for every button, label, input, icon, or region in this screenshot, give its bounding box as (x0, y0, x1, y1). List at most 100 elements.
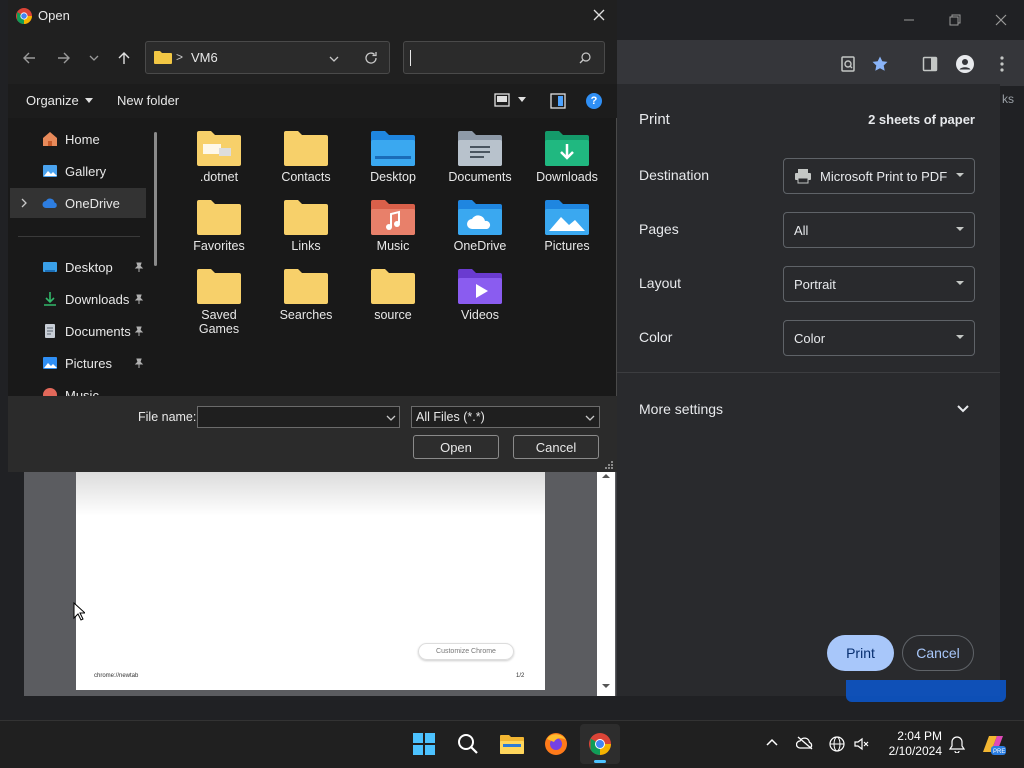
address-bar[interactable]: > VM6 (145, 41, 390, 74)
chevron-up-icon[interactable] (766, 738, 778, 746)
folder-dotnet[interactable]: .dotnet (179, 118, 259, 184)
home-icon (43, 132, 57, 146)
folder-downloads[interactable]: Downloads (527, 118, 607, 184)
folder-label: Favorites (193, 239, 245, 253)
chevron-down-icon (329, 56, 339, 62)
taskbar-search-button[interactable] (448, 724, 488, 764)
destination-value: Microsoft Print to PDF (820, 168, 948, 184)
folder-links[interactable]: Links (266, 187, 346, 253)
chevron-down-icon (956, 173, 964, 177)
sidebar-item-label: Gallery (65, 163, 107, 179)
layout-value: Portrait (794, 276, 836, 292)
clock[interactable]: 2:04 PM 2/10/2024 (876, 729, 942, 759)
svg-text:PRE: PRE (993, 749, 1005, 755)
chrome-taskbar-button[interactable] (580, 724, 620, 764)
sidebar-item-downloads[interactable]: Downloads (10, 284, 146, 314)
folder-searches[interactable]: Searches (266, 256, 346, 322)
file-name-input[interactable] (197, 406, 400, 428)
folder-label: .dotnet (199, 170, 239, 184)
open-button[interactable]: Open (413, 435, 499, 459)
print-button[interactable]: Print (827, 635, 894, 671)
folder-icon (197, 269, 241, 304)
folder-source[interactable]: source (353, 256, 433, 322)
preview-page: Customize Chrome chrome://newtab 1/2 (76, 456, 545, 690)
notification-bell-icon[interactable] (949, 735, 965, 753)
color-select[interactable]: Color (783, 320, 975, 356)
bookmarks-bar-partial: ks (1002, 92, 1014, 106)
folder-favorites[interactable]: Favorites (179, 187, 259, 253)
preview-scrollbar[interactable] (597, 460, 615, 696)
refresh-icon (365, 52, 377, 64)
up-arrow-icon[interactable] (117, 51, 131, 65)
organize-label: Organize (26, 93, 79, 108)
search-input[interactable] (403, 41, 605, 74)
preview-pane-icon[interactable] (550, 93, 566, 109)
folder-music[interactable]: Music (353, 187, 433, 253)
file-type-value: All Files (*.*) (416, 410, 485, 424)
close-window-button[interactable] (978, 6, 1024, 34)
organize-menu[interactable]: Organize (26, 93, 93, 108)
active-indicator (594, 760, 606, 763)
sidebar-item-home[interactable]: Home (10, 124, 146, 154)
file-explorer-taskbar-button[interactable] (492, 724, 532, 764)
side-panel-icon (922, 56, 938, 72)
breadcrumb-folder[interactable]: VM6 (191, 50, 218, 65)
folder-desktop[interactable]: Desktop (353, 118, 433, 184)
folder-label: Desktop (370, 170, 416, 184)
music-folder-icon (371, 200, 415, 235)
sidebar-item-label: OneDrive (65, 195, 120, 211)
back-arrow-icon[interactable] (22, 51, 36, 65)
folder-videos[interactable]: Videos (440, 256, 520, 322)
forward-arrow-icon[interactable] (57, 51, 71, 65)
profile-button[interactable] (951, 50, 979, 78)
more-settings-toggle[interactable]: More settings (617, 390, 1000, 428)
restore-button[interactable] (932, 6, 978, 34)
folder-label: OneDrive (453, 239, 507, 253)
help-button[interactable]: ? (586, 93, 602, 109)
dialog-close-button[interactable] (582, 0, 616, 30)
sidebar-item-onedrive[interactable]: OneDrive (10, 188, 146, 218)
minimize-button[interactable] (886, 6, 932, 34)
new-folder-button[interactable]: New folder (117, 93, 179, 108)
folder-contacts[interactable]: Contacts (266, 118, 346, 184)
recent-locations-icon[interactable] (89, 54, 99, 62)
bookmark-star-button[interactable] (866, 50, 894, 78)
chrome-logo-icon (16, 8, 32, 24)
destination-select[interactable]: Microsoft Print to PDF (783, 158, 975, 194)
sidebar-item-label: Documents (65, 323, 131, 339)
folder-pictures[interactable]: Pictures (527, 187, 607, 253)
start-button[interactable] (404, 724, 444, 764)
volume-muted-icon[interactable] (853, 736, 869, 752)
folder-icon (154, 51, 172, 64)
copilot-button[interactable]: PRE (980, 732, 1006, 756)
cloud-offline-icon[interactable] (796, 736, 814, 750)
sidebar-item-gallery[interactable]: Gallery (10, 156, 146, 186)
sidebar-item-pictures[interactable]: Pictures (10, 348, 146, 378)
folder-onedrive[interactable]: OneDrive (440, 187, 520, 253)
print-cancel-button[interactable]: Cancel (902, 635, 974, 671)
caret-down-icon (518, 97, 526, 102)
divider (617, 372, 1000, 373)
folder-label: Downloads (536, 170, 598, 184)
page-search-icon (841, 56, 855, 72)
resize-grip-icon[interactable] (604, 460, 614, 470)
preview-page-number: 1/2 (516, 673, 525, 679)
sidebar-item-desktop[interactable]: Desktop (10, 252, 146, 282)
folder-documents[interactable]: Documents (440, 118, 520, 184)
sidebar-item-music[interactable]: Music (18, 380, 158, 396)
network-globe-icon[interactable] (829, 736, 845, 752)
side-panel-button[interactable] (916, 50, 944, 78)
file-type-select[interactable]: All Files (*.*) (411, 406, 600, 428)
page-search-button[interactable] (834, 50, 862, 78)
view-options-button[interactable] (494, 92, 526, 108)
search-icon (458, 734, 478, 754)
firefox-taskbar-button[interactable] (536, 724, 576, 764)
pages-select[interactable]: All (783, 212, 975, 248)
sidebar-item-documents[interactable]: Documents (10, 316, 146, 346)
layout-select[interactable]: Portrait (783, 266, 975, 302)
sidebar-scrollbar[interactable] (154, 132, 157, 266)
menu-button[interactable] (988, 50, 1016, 78)
chrome-icon (589, 733, 611, 755)
folder-saved-games[interactable]: Saved Games (179, 256, 259, 336)
cancel-button[interactable]: Cancel (513, 435, 599, 459)
